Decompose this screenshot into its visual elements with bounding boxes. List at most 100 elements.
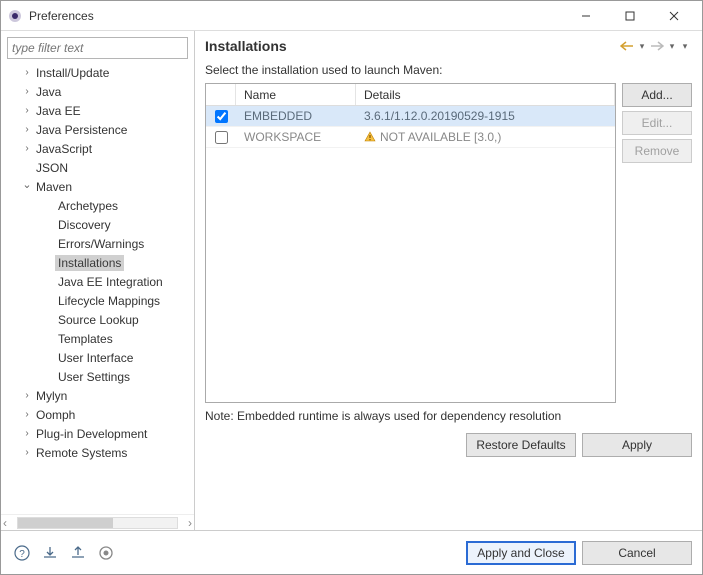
tree-item-label: Remote Systems [33, 445, 130, 461]
nav-forward-dropdown-icon[interactable]: ▾ [667, 37, 677, 55]
apply-button[interactable]: Apply [582, 433, 692, 457]
tree-item-label: Java EE [33, 103, 84, 119]
tree-item-label: Java EE Integration [55, 274, 166, 290]
scroll-right-icon[interactable]: › [188, 516, 192, 530]
warning-icon [364, 131, 376, 143]
tree-item-label: User Interface [55, 350, 136, 366]
tree-item-user-interface[interactable]: User Interface [1, 348, 194, 367]
tree-item-label: JSON [33, 160, 71, 176]
oomph-icon[interactable] [95, 542, 117, 564]
table-row[interactable]: EMBEDDED3.6.1/1.12.0.20190529-1915 [206, 106, 615, 127]
table-body: EMBEDDED3.6.1/1.12.0.20190529-1915WORKSP… [206, 106, 615, 402]
import-icon[interactable] [39, 542, 61, 564]
tree-item-discovery[interactable]: Discovery [1, 215, 194, 234]
tree-item-templates[interactable]: Templates [1, 329, 194, 348]
apply-and-close-button[interactable]: Apply and Close [466, 541, 576, 565]
nav-forward-icon[interactable] [648, 37, 666, 55]
chevron-right-icon[interactable]: › [21, 86, 33, 97]
chevron-right-icon[interactable]: › [21, 105, 33, 116]
page-buttons: Restore Defaults Apply [205, 433, 692, 457]
chevron-right-icon[interactable]: › [21, 67, 33, 78]
filter-input[interactable] [7, 37, 188, 59]
edit-button[interactable]: Edit... [622, 111, 692, 135]
tree-item-label: Discovery [55, 217, 114, 233]
restore-defaults-button[interactable]: Restore Defaults [466, 433, 576, 457]
chevron-right-icon[interactable]: › [21, 124, 33, 135]
tree-item-oomph[interactable]: ›Oomph [1, 405, 194, 424]
tree-item-label: JavaScript [33, 141, 95, 157]
tree-item-label: Lifecycle Mappings [55, 293, 163, 309]
tree-item-label: Archetypes [55, 198, 121, 214]
tree-item-install-update[interactable]: ›Install/Update [1, 63, 194, 82]
tree-item-source-lookup[interactable]: Source Lookup [1, 310, 194, 329]
table-buttons: Add... Edit... Remove [622, 83, 692, 403]
preferences-window: Preferences ›Install/Update›Java›Java EE… [0, 0, 703, 575]
remove-button[interactable]: Remove [622, 139, 692, 163]
installations-row: Name Details EMBEDDED3.6.1/1.12.0.201905… [205, 83, 692, 403]
row-checkbox-cell [206, 110, 236, 123]
row-name: WORKSPACE [236, 130, 356, 144]
tree-item-remote-systems[interactable]: ›Remote Systems [1, 443, 194, 462]
help-icon[interactable]: ? [11, 542, 33, 564]
tree-item-label: Plug-in Development [33, 426, 150, 442]
table-row[interactable]: WORKSPACENOT AVAILABLE [3.0,) [206, 127, 615, 148]
column-details[interactable]: Details [356, 84, 615, 105]
tree-item-maven[interactable]: ⌄Maven [1, 177, 194, 196]
tree-item-json[interactable]: JSON [1, 158, 194, 177]
tree-item-archetypes[interactable]: Archetypes [1, 196, 194, 215]
chevron-right-icon[interactable]: › [21, 390, 33, 401]
close-button[interactable] [652, 2, 696, 30]
tree-item-label: Source Lookup [55, 312, 142, 328]
tree-item-label: Java [33, 84, 64, 100]
tree-item-label: Install/Update [33, 65, 112, 81]
table-header: Name Details [206, 84, 615, 106]
tree-item-java-ee[interactable]: ›Java EE [1, 101, 194, 120]
content-pane: Installations ▾ ▾ ▾ Select the installat… [195, 31, 702, 530]
tree-item-errors-warnings[interactable]: Errors/Warnings [1, 234, 194, 253]
page-menu-icon[interactable]: ▾ [678, 37, 692, 55]
row-details: NOT AVAILABLE [3.0,) [356, 130, 615, 144]
page-title: Installations [205, 38, 617, 54]
tree-item-javascript[interactable]: ›JavaScript [1, 139, 194, 158]
tree-item-java-ee-integration[interactable]: Java EE Integration [1, 272, 194, 291]
tree-item-label: Installations [55, 255, 124, 271]
tree-item-plug-in-development[interactable]: ›Plug-in Development [1, 424, 194, 443]
chevron-right-icon[interactable]: › [21, 143, 33, 154]
tree-item-label: Maven [33, 179, 75, 195]
chevron-right-icon[interactable]: › [21, 409, 33, 420]
chevron-down-icon[interactable]: ⌄ [21, 178, 33, 191]
tree-item-mylyn[interactable]: ›Mylyn [1, 386, 194, 405]
chevron-right-icon[interactable]: › [21, 428, 33, 439]
chevron-right-icon[interactable]: › [21, 447, 33, 458]
tree-item-lifecycle-mappings[interactable]: Lifecycle Mappings [1, 291, 194, 310]
tree-scroll[interactable]: ›Install/Update›Java›Java EE›Java Persis… [1, 63, 194, 514]
dialog-footer: ? Apply and Close Cancel [1, 530, 702, 574]
column-name[interactable]: Name [236, 84, 356, 105]
row-checkbox[interactable] [215, 110, 228, 123]
svg-text:?: ? [19, 549, 25, 560]
page-description: Select the installation used to launch M… [205, 63, 692, 77]
row-checkbox[interactable] [215, 131, 228, 144]
horizontal-scrollbar[interactable]: ‹ › [1, 514, 194, 530]
scroll-left-icon[interactable]: ‹ [3, 516, 7, 530]
cancel-button[interactable]: Cancel [582, 541, 692, 565]
tree-item-installations[interactable]: Installations [1, 253, 194, 272]
page-header: Installations ▾ ▾ ▾ [205, 37, 692, 55]
nav-back-icon[interactable] [618, 37, 636, 55]
tree-item-label: Java Persistence [33, 122, 130, 138]
tree-item-java-persistence[interactable]: ›Java Persistence [1, 120, 194, 139]
export-icon[interactable] [67, 542, 89, 564]
tree-item-label: User Settings [55, 369, 133, 385]
add-button[interactable]: Add... [622, 83, 692, 107]
nav-back-dropdown-icon[interactable]: ▾ [637, 37, 647, 55]
installations-table: Name Details EMBEDDED3.6.1/1.12.0.201905… [205, 83, 616, 403]
tree-item-label: Templates [55, 331, 116, 347]
tree-item-user-settings[interactable]: User Settings [1, 367, 194, 386]
maximize-button[interactable] [608, 2, 652, 30]
app-icon [7, 8, 23, 24]
tree-item-label: Oomph [33, 407, 78, 423]
row-checkbox-cell [206, 131, 236, 144]
minimize-button[interactable] [564, 2, 608, 30]
row-details: 3.6.1/1.12.0.20190529-1915 [356, 109, 615, 123]
tree-item-java[interactable]: ›Java [1, 82, 194, 101]
